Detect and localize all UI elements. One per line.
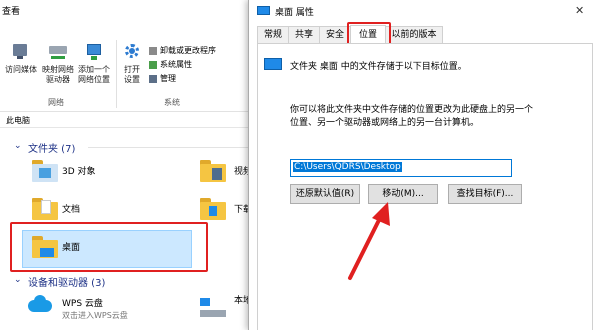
local-disk-icon	[200, 296, 226, 318]
folder-3d-objects[interactable]	[32, 160, 58, 182]
map-drive-label-1: 映射网络	[42, 65, 74, 74]
add-network-location-button[interactable]: 添加一个 网络位置	[76, 42, 112, 85]
system-group-label: 系统	[164, 98, 180, 107]
manage-item[interactable]: 管理	[149, 72, 216, 86]
description-line-1: 你可以将此文件夹中文件存储的位置更改为此硬盘上的另一个	[290, 105, 534, 115]
network-group-label: 网络	[48, 98, 64, 107]
location-description: 你可以将此文件夹中文件存储的位置更改为此硬盘上的另一个 位置、另一个驱动器或网络…	[290, 104, 533, 130]
access-media-button[interactable]: 访问媒体	[2, 42, 40, 75]
open-settings-button[interactable]: 打开 设置	[118, 42, 146, 85]
uninstall-label: 卸载或更改程序	[160, 46, 216, 55]
system-actions-list: 卸载或更改程序 系统属性 管理	[149, 44, 216, 86]
settings-gear-icon	[122, 42, 142, 62]
add-location-label-1: 添加一个	[78, 65, 110, 74]
map-drive-button[interactable]: 映射网络 驱动器	[40, 42, 76, 85]
dialog-titlebar: 桌面 属性 ✕	[249, 0, 600, 22]
wps-cloud-icon	[26, 294, 54, 314]
group-divider	[116, 40, 117, 108]
ribbon: 查看 访问媒体 映射网络 驱动器 添加一个 网络位置 网络 打开 设置 卸载或更…	[0, 0, 252, 112]
tab-previous-versions[interactable]: 以前的版本	[385, 26, 443, 44]
address-bar[interactable]: 此电脑	[0, 112, 252, 128]
wps-cloud-sub: 双击进入WPS云盘	[62, 311, 128, 320]
description-line-2: 位置、另一个驱动器或网络上的另一台计算机。	[290, 118, 480, 128]
access-media-label: 访问媒体	[5, 65, 37, 74]
system-properties-item[interactable]: 系统属性	[149, 58, 216, 72]
location-panel: 文件夹 桌面 中的文件存储于以下目标位置。 你可以将此文件夹中文件存储的位置更改…	[257, 43, 593, 330]
folder-documents-label: 文档	[62, 205, 81, 215]
tab-general[interactable]: 常规	[257, 26, 289, 44]
system-properties-label: 系统属性	[160, 60, 192, 69]
devices-section-title: 设备和驱动器 (3)	[28, 278, 106, 289]
dialog-title: 桌面 属性	[275, 8, 314, 18]
folder-3d-objects-label: 3D 对象	[62, 167, 96, 177]
address-text: 此电脑	[6, 116, 30, 125]
network-location-icon	[84, 42, 104, 62]
find-target-button[interactable]: 查找目标(F)...	[448, 184, 522, 204]
folders-section-title: 文件夹 (7)	[28, 144, 76, 155]
uninstall-program-item[interactable]: 卸载或更改程序	[149, 44, 216, 58]
collapse-chevron-icon[interactable]: ⌄	[14, 141, 22, 151]
properties-dialog: 桌面 属性 ✕ 常规 共享 安全 位置 以前的版本 文件夹 桌面 中的文件存储于…	[248, 0, 600, 330]
devices-collapse-chevron-icon[interactable]: ⌄	[14, 275, 22, 285]
desktop-title-icon	[257, 6, 270, 15]
path-input-value: C:\Users\QDRS\Desktop	[293, 162, 402, 172]
3d-objects-icon	[32, 160, 58, 182]
path-input[interactable]: C:\Users\QDRS\Desktop	[290, 159, 512, 177]
desktop-highlight-box	[10, 222, 208, 272]
properties-check-icon	[149, 60, 157, 69]
section-divider	[88, 147, 248, 148]
documents-folder-icon	[32, 198, 58, 220]
folder-videos[interactable]	[200, 160, 226, 182]
downloads-folder-icon	[200, 198, 226, 220]
view-tab[interactable]: 查看	[2, 4, 20, 17]
wps-cloud-name[interactable]: WPS 云盘	[62, 296, 103, 309]
add-location-label-2: 网络位置	[78, 75, 110, 84]
map-drive-label-2: 驱动器	[46, 75, 70, 84]
close-icon[interactable]: ✕	[575, 4, 584, 17]
program-icon	[149, 46, 157, 55]
folder-downloads[interactable]	[200, 198, 226, 220]
desktop-folder-icon-large	[264, 58, 282, 70]
tab-sharing[interactable]: 共享	[288, 26, 320, 44]
videos-folder-icon	[200, 160, 226, 182]
location-header-text: 文件夹 桌面 中的文件存储于以下目标位置。	[290, 62, 467, 72]
network-drive-icon	[48, 42, 68, 62]
open-settings-label-1: 打开	[124, 65, 140, 74]
manage-icon	[149, 74, 157, 83]
folder-documents[interactable]	[32, 198, 58, 220]
media-icon	[11, 42, 31, 62]
manage-label: 管理	[160, 74, 176, 83]
open-settings-label-2: 设置	[124, 75, 140, 84]
red-arrow-annotation	[348, 202, 390, 280]
